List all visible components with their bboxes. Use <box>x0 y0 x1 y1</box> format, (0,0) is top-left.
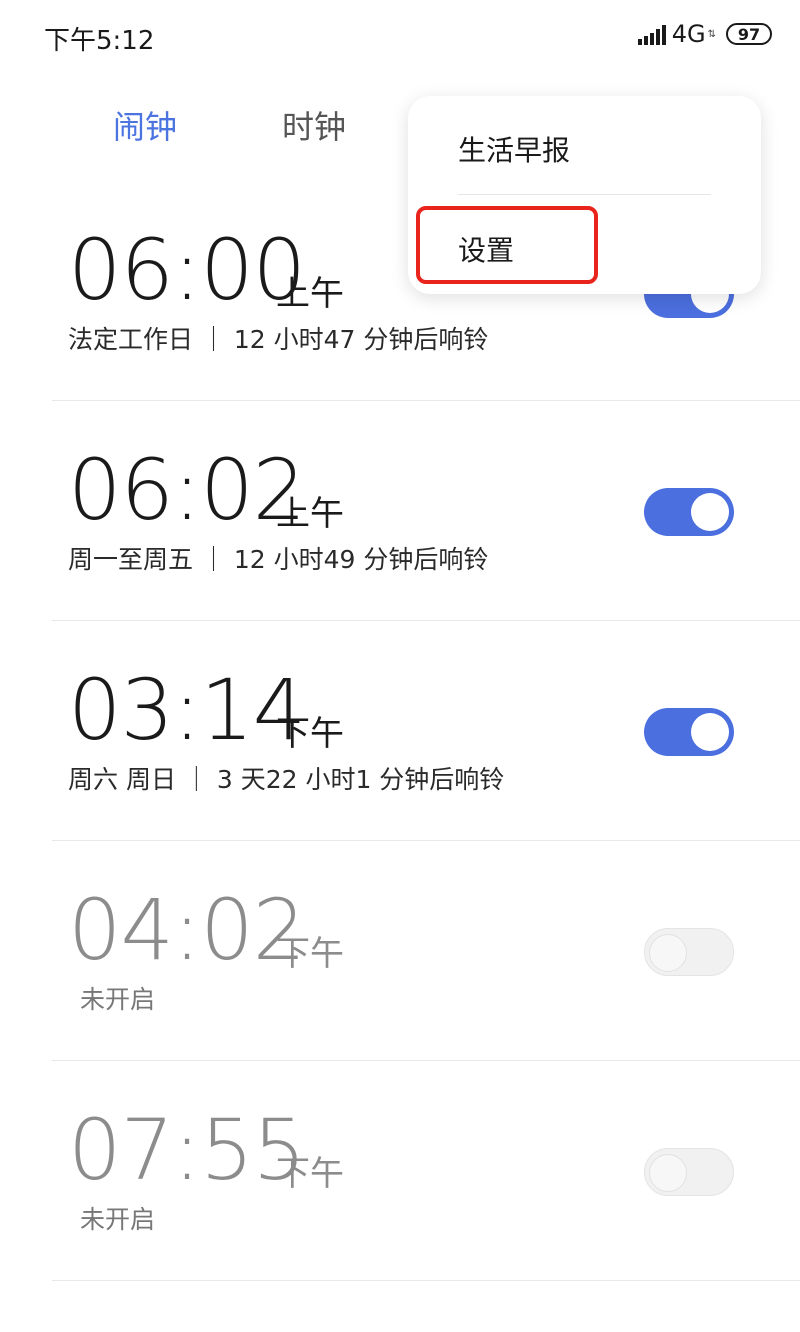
alarm-description: 周一至周五 ｜ 12 小时49 分钟后响铃 <box>68 545 489 574</box>
status-indicators: 4G ⇅ 97 <box>637 20 772 48</box>
alarm-description: 未开启 <box>80 985 156 1014</box>
alarm-ampm: 上午 <box>276 274 344 314</box>
alarm-item[interactable]: 07:55 下午 未开启 <box>52 1060 800 1281</box>
alarm-toggle[interactable] <box>644 488 734 536</box>
alarm-time: 03:14 <box>68 661 306 759</box>
toggle-knob <box>649 934 687 972</box>
alarm-item[interactable]: 04:02 下午 未开启 <box>52 840 800 1061</box>
alarm-toggle[interactable] <box>644 708 734 756</box>
battery-level: 97 <box>737 24 761 44</box>
battery-icon: 97 <box>726 23 772 45</box>
alarm-description: 法定工作日 ｜ 12 小时47 分钟后响铃 <box>68 325 489 354</box>
data-arrows-icon: ⇅ <box>707 28 716 40</box>
menu-divider <box>458 194 711 195</box>
network-label: 4G <box>671 20 706 48</box>
alarm-ampm: 下午 <box>276 1154 344 1194</box>
alarm-time: 07:55 <box>68 1101 306 1199</box>
menu-item-daily-report[interactable]: 生活早报 <box>458 129 570 169</box>
toggle-knob <box>649 1154 687 1192</box>
toggle-knob <box>691 713 729 751</box>
alarm-ampm: 下午 <box>276 714 344 754</box>
alarm-item[interactable]: 03:14 下午 周六 周日 ｜ 3 天22 小时1 分钟后响铃 <box>52 620 800 841</box>
alarm-toggle[interactable] <box>644 928 734 976</box>
status-bar: 下午5:12 4G ⇅ 97 <box>0 0 800 72</box>
tab-clock[interactable]: 时钟 <box>282 102 346 148</box>
alarm-ampm: 下午 <box>276 934 344 974</box>
alarm-time: 06:02 <box>68 441 306 539</box>
alarm-toggle[interactable] <box>644 1148 734 1196</box>
alarm-item[interactable]: 06:02 上午 周一至周五 ｜ 12 小时49 分钟后响铃 <box>52 400 800 621</box>
alarm-time: 04:02 <box>68 881 306 979</box>
alarm-description: 未开启 <box>80 1205 156 1234</box>
signal-icon <box>637 23 666 45</box>
status-time: 下午5:12 <box>44 26 155 56</box>
toggle-knob <box>691 493 729 531</box>
alarm-description: 周六 周日 ｜ 3 天22 小时1 分钟后响铃 <box>68 765 505 794</box>
highlight-box <box>416 206 598 284</box>
alarm-ampm: 上午 <box>276 494 344 534</box>
tab-alarm[interactable]: 闹钟 <box>113 102 177 148</box>
alarm-time: 06:00 <box>68 221 306 319</box>
